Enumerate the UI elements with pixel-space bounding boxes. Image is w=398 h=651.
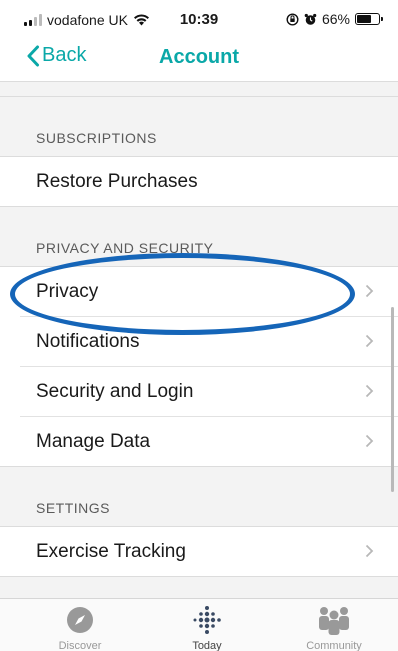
- row-label: Privacy: [36, 281, 99, 302]
- status-bar: vodafone UK 10:39 66%: [0, 0, 398, 36]
- chevron-right-icon: [365, 384, 374, 398]
- alarm-icon: [304, 13, 317, 25]
- restore-purchases-row[interactable]: Restore Purchases: [0, 157, 398, 207]
- row-label: Exercise Tracking: [36, 540, 186, 562]
- fitbit-dots-icon: [193, 606, 221, 634]
- chevron-right-icon: [365, 284, 374, 298]
- status-right: 66%: [286, 11, 383, 27]
- nav-bar: Back Account: [0, 36, 398, 82]
- scroll-indicator[interactable]: [391, 307, 394, 492]
- manage-data-row[interactable]: Manage Data: [0, 417, 398, 467]
- orientation-lock-icon: [286, 12, 299, 26]
- tab-today[interactable]: Today: [157, 605, 257, 651]
- privacy-row[interactable]: Privacy: [0, 267, 398, 317]
- page-title: Account: [159, 46, 239, 68]
- compass-icon: [67, 607, 93, 633]
- chevron-right-icon: [365, 334, 374, 348]
- tab-label: Discover: [58, 640, 102, 651]
- tab-community[interactable]: Community: [284, 605, 384, 651]
- people-icon: [319, 607, 349, 635]
- row-label: Restore Purchases: [36, 170, 198, 192]
- chevron-right-icon: [365, 544, 374, 558]
- settings-list[interactable]: SUBSCRIPTIONS Restore Purchases PRIVACY …: [0, 82, 398, 598]
- tab-discover[interactable]: Discover: [30, 605, 130, 651]
- notifications-row[interactable]: Notifications: [0, 317, 398, 367]
- security-login-row[interactable]: Security and Login: [0, 367, 398, 417]
- row-label: Notifications: [36, 331, 140, 352]
- section-header-subscriptions: SUBSCRIPTIONS: [0, 97, 398, 157]
- battery-icon: [355, 13, 383, 25]
- row-label: Manage Data: [36, 430, 151, 452]
- tab-label: Community: [306, 640, 362, 651]
- chevron-right-icon: [365, 434, 374, 448]
- battery-level: [357, 15, 371, 23]
- exercise-tracking-row[interactable]: Exercise Tracking: [0, 527, 398, 577]
- row-label: Security and Login: [36, 381, 194, 402]
- section-header-privacy-security: PRIVACY AND SECURITY: [0, 207, 398, 267]
- battery-percent: 66%: [321, 11, 350, 27]
- tab-label: Today: [192, 640, 222, 651]
- tab-bar: Discover Today Community: [0, 598, 398, 651]
- section-header-settings: SETTINGS: [0, 467, 398, 527]
